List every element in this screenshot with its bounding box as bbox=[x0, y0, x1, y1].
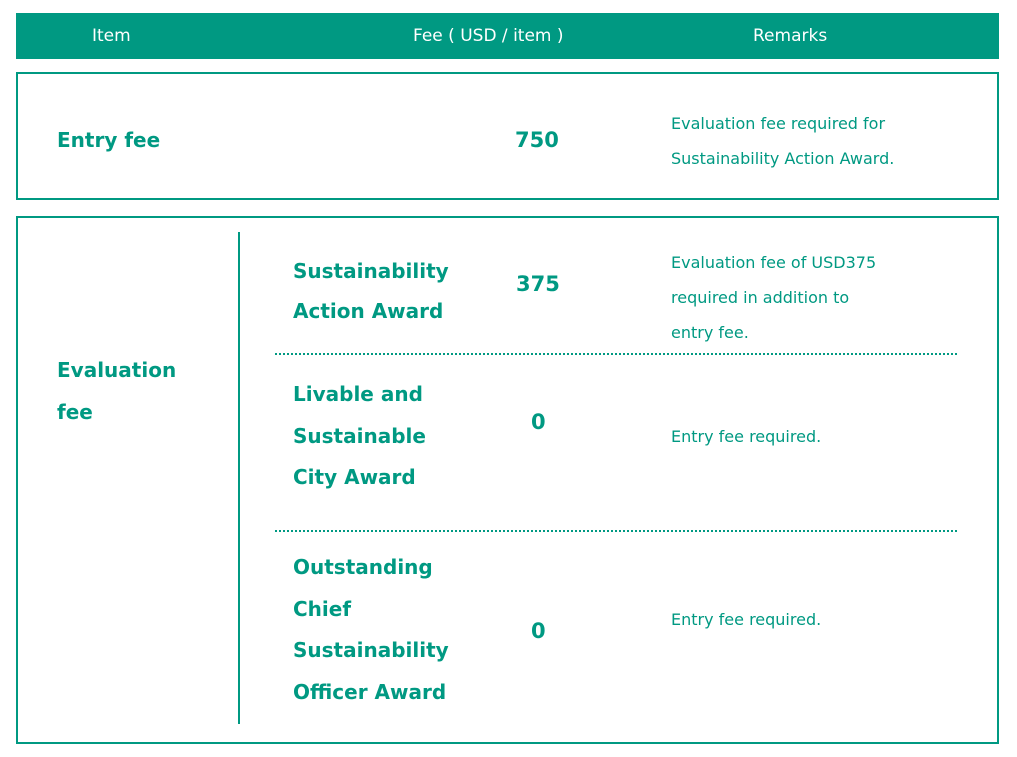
entry-fee-remark-line: Evaluation fee required for bbox=[671, 114, 886, 133]
entry-fee-amount: 750 bbox=[515, 128, 559, 152]
section-divider bbox=[238, 232, 240, 724]
award-name-line: Sustainability bbox=[293, 259, 449, 283]
header-item: Item bbox=[92, 26, 131, 46]
award-name-line: Officer Award bbox=[293, 680, 447, 704]
row-divider bbox=[275, 353, 957, 355]
award-name-line: Sustainable bbox=[293, 424, 426, 448]
award-name-line: Action Award bbox=[293, 299, 444, 323]
header-remarks: Remarks bbox=[753, 26, 828, 46]
award-name-line: City Award bbox=[293, 465, 416, 489]
award-remark-line: Entry fee required. bbox=[671, 610, 822, 629]
award-name-line: Chief bbox=[293, 597, 352, 621]
award-fee: 0 bbox=[531, 410, 546, 434]
award-name-line: Outstanding bbox=[293, 555, 433, 579]
evaluation-fee-section bbox=[16, 216, 999, 744]
award-remark-line: entry fee. bbox=[671, 323, 749, 342]
award-name-line: Livable and bbox=[293, 382, 423, 406]
award-remark-line: Evaluation fee of USD375 bbox=[671, 253, 877, 272]
award-name-line: Sustainability bbox=[293, 638, 449, 662]
award-remark-line: Entry fee required. bbox=[671, 427, 822, 446]
entry-fee-label: Entry fee bbox=[57, 128, 161, 152]
evaluation-fee-label-line: Evaluation bbox=[57, 358, 177, 382]
award-fee: 375 bbox=[516, 272, 560, 296]
header-fee: Fee ( USD / item ) bbox=[413, 26, 564, 46]
entry-fee-remark-line: Sustainability Action Award. bbox=[671, 149, 895, 168]
row-divider bbox=[275, 530, 957, 532]
award-remark-line: required in addition to bbox=[671, 288, 850, 307]
award-fee: 0 bbox=[531, 619, 546, 643]
evaluation-fee-label-line: fee bbox=[57, 400, 93, 424]
table-header: Item Fee ( USD / item ) Remarks bbox=[16, 13, 999, 59]
